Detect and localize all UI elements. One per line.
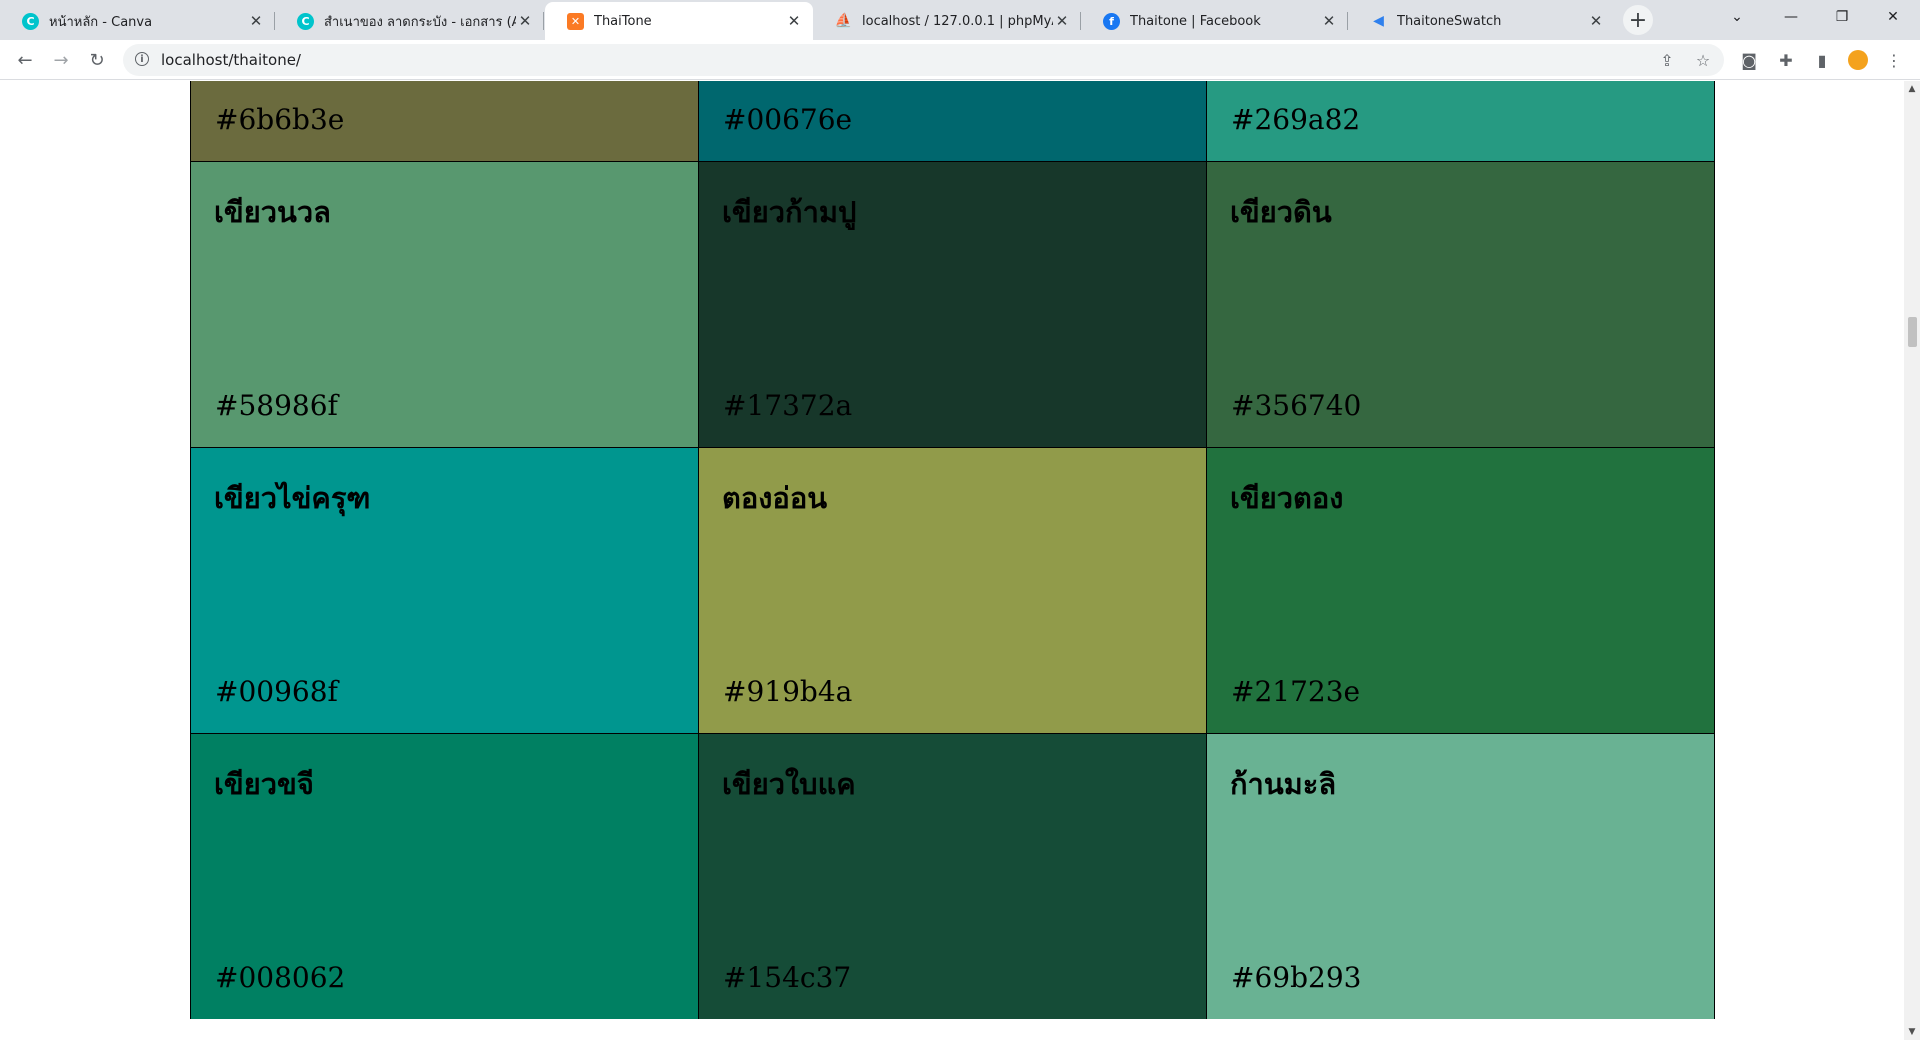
color-swatch[interactable]: #6b6b3e xyxy=(191,81,698,161)
close-icon[interactable]: ✕ xyxy=(516,12,534,30)
swatch-name: เขียวตอง xyxy=(1230,481,1344,515)
browser-toolbar: ← → ↻ i localhost/thaitone/ ⇪ ☆ ◙ ✚ ▮ ⋮ xyxy=(0,40,1920,80)
avatar[interactable] xyxy=(1848,50,1868,70)
swatch-name: เขียวก้ามปู xyxy=(722,195,857,229)
close-icon[interactable]: ✕ xyxy=(1053,12,1071,30)
tab-strip: C หน้าหลัก - Canva ✕ C สำเนาของ ลาดกระบั… xyxy=(0,0,1920,40)
scrollbar-thumb[interactable] xyxy=(1908,317,1917,347)
vertical-scrollbar[interactable]: ▲ ▼ xyxy=(1904,81,1920,1040)
swatch-hex-code: #69b293 xyxy=(1231,961,1362,994)
swatch-name: เขียวนวล xyxy=(214,195,331,229)
color-swatch[interactable]: เขียวก้ามปู #17372a xyxy=(699,162,1206,447)
window-close-icon[interactable]: ✕ xyxy=(1870,0,1916,34)
swatch-hex-code: #17372a xyxy=(723,389,853,422)
reload-icon[interactable]: ↻ xyxy=(83,46,111,74)
swatch-name: เขียวดิน xyxy=(1230,195,1332,229)
close-icon[interactable]: ✕ xyxy=(1587,12,1605,30)
minimize-icon[interactable]: — xyxy=(1768,0,1814,34)
tab-title: ThaiTone xyxy=(594,13,652,29)
swatch-name: เขียวใบแค xyxy=(722,767,856,801)
swatch-hex-code: #919b4a xyxy=(723,675,853,708)
page-viewport: #6b6b3e #00676e #269a82 เขียวนวล #58986f เขีย… xyxy=(0,81,1904,1040)
tab-search-icon[interactable]: ⌄ xyxy=(1714,0,1760,34)
phpmyadmin-icon: ⛵ xyxy=(834,13,853,29)
swatch-hex-code: #6b6b3e xyxy=(215,103,345,136)
address-bar[interactable]: i localhost/thaitone/ ⇪ ☆ xyxy=(123,44,1724,76)
tab-title: ThaitoneSwatch xyxy=(1397,13,1502,29)
tab-title: Thaitone | Facebook xyxy=(1130,13,1261,29)
color-swatch[interactable]: เขียวนวล #58986f xyxy=(191,162,698,447)
swatch-grid: #6b6b3e #00676e #269a82 เขียวนวล #58986f เขีย… xyxy=(190,81,1715,1019)
close-icon[interactable]: ✕ xyxy=(785,12,803,30)
vscode-icon: ◀ xyxy=(1373,13,1384,29)
bookmark-star-icon[interactable]: ☆ xyxy=(1693,50,1713,70)
close-icon[interactable]: ✕ xyxy=(247,12,265,30)
color-swatch[interactable]: ก้านมะลิ #69b293 xyxy=(1207,734,1714,1019)
swatch-hex-code: #356740 xyxy=(1231,389,1362,422)
facebook-icon: f xyxy=(1103,12,1120,30)
share-icon[interactable]: ⇪ xyxy=(1657,50,1677,70)
color-swatch[interactable]: #00676e xyxy=(699,81,1206,161)
swatch-name: ตองอ่อน xyxy=(722,481,828,515)
profile-avatar-icon xyxy=(1848,50,1868,70)
menu-kebab-icon[interactable]: ⋮ xyxy=(1884,50,1904,70)
swatch-hex-code: #154c37 xyxy=(723,961,852,994)
tab-title: หน้าหลัก - Canva xyxy=(49,14,153,30)
swatch-hex-code: #21723e xyxy=(1231,675,1361,708)
tab-facebook[interactable]: f Thaitone | Facebook ✕ xyxy=(1081,2,1348,40)
swatch-name: ก้านมะลิ xyxy=(1230,767,1337,801)
color-swatch[interactable]: เขียวขจี #008062 xyxy=(191,734,698,1019)
swatch-name: เขียวไข่ครุฑ xyxy=(214,481,371,515)
back-icon[interactable]: ← xyxy=(11,46,39,74)
swatch-hex-code: #00676e xyxy=(723,103,853,136)
scroll-up-icon[interactable]: ▲ xyxy=(1904,81,1920,97)
color-swatch[interactable]: ตองอ่อน #919b4a xyxy=(699,448,1206,733)
color-swatch[interactable]: เขียวใบแค #154c37 xyxy=(699,734,1206,1019)
site-info-icon[interactable]: i xyxy=(135,52,149,66)
color-swatch[interactable]: #269a82 xyxy=(1207,81,1714,161)
scroll-down-icon[interactable]: ▼ xyxy=(1904,1024,1920,1040)
swatch-hex-code: #008062 xyxy=(215,961,346,994)
xampp-icon: ✕ xyxy=(567,12,584,30)
camera-icon[interactable]: ◙ xyxy=(1739,50,1759,70)
tab-separator xyxy=(543,12,544,30)
color-swatch[interactable]: เขียวตอง #21723e xyxy=(1207,448,1714,733)
tab-thaitone[interactable]: ✕ ThaiTone ✕ xyxy=(545,2,813,40)
tab-title: สำเนาของ ลาดกระบัง - เอกสาร (A4) xyxy=(324,14,516,30)
restore-icon[interactable]: ❐ xyxy=(1819,0,1865,34)
tab-canva-doc[interactable]: C สำเนาของ ลาดกระบัง - เอกสาร (A4) ✕ xyxy=(275,2,544,40)
tab-phpmyadmin[interactable]: ⛵ localhost / 127.0.0.1 | phpMyAdmin ✕ xyxy=(813,2,1081,40)
side-panel-icon[interactable]: ▮ xyxy=(1812,50,1832,70)
tab-thaitoneswatch[interactable]: ◀ ThaitoneSwatch ✕ xyxy=(1348,2,1615,40)
tab-title: localhost / 127.0.0.1 | phpMyAdmin xyxy=(862,13,1053,29)
color-swatch[interactable]: เขียวดิน #356740 xyxy=(1207,162,1714,447)
close-icon[interactable]: ✕ xyxy=(1320,12,1338,30)
color-swatch[interactable]: เขียวไข่ครุฑ #00968f xyxy=(191,448,698,733)
url-text[interactable]: localhost/thaitone/ xyxy=(161,51,301,69)
swatch-hex-code: #269a82 xyxy=(1231,103,1361,136)
swatch-hex-code: #00968f xyxy=(215,675,338,708)
tab-canva-home[interactable]: C หน้าหลัก - Canva ✕ xyxy=(0,2,275,40)
swatch-hex-code: #58986f xyxy=(215,389,338,422)
swatch-name: เขียวขจี xyxy=(214,767,314,801)
new-tab-button[interactable]: + xyxy=(1623,5,1653,35)
canva-icon: C xyxy=(297,12,314,30)
canva-icon: C xyxy=(22,12,39,30)
extensions-icon[interactable]: ✚ xyxy=(1776,50,1796,70)
forward-icon[interactable]: → xyxy=(47,46,75,74)
